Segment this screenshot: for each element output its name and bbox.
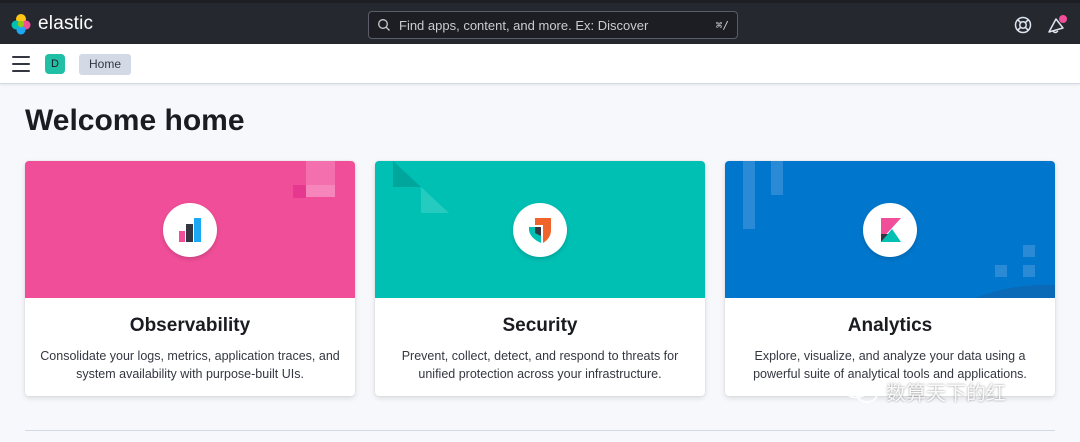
card-banner bbox=[25, 161, 355, 298]
solution-card-observability[interactable]: Observability Consolidate your logs, met… bbox=[25, 161, 355, 396]
help-icon[interactable] bbox=[1013, 15, 1033, 35]
card-description: Consolidate your logs, metrics, applicat… bbox=[40, 349, 340, 381]
kibana-logo-icon bbox=[863, 203, 917, 257]
section-divider bbox=[25, 430, 1055, 431]
observability-logo-icon bbox=[163, 203, 217, 257]
top-header: elastic Find apps, content, and more. Ex… bbox=[0, 0, 1080, 44]
security-logo-icon bbox=[513, 203, 567, 257]
solution-card-analytics[interactable]: Analytics Explore, visualize, and analyz… bbox=[725, 161, 1055, 396]
watermark-text: 数算天下的红 bbox=[886, 382, 1006, 405]
search-placeholder: Find apps, content, and more. Ex: Discov… bbox=[399, 17, 649, 33]
card-title: Analytics bbox=[847, 315, 933, 336]
search-shortcut-hint: ⌘/ bbox=[715, 18, 729, 32]
breadcrumb-home: Home bbox=[79, 54, 132, 75]
elastic-logo-icon bbox=[11, 14, 31, 35]
search-icon bbox=[378, 19, 390, 31]
elastic-home-link[interactable]: elastic bbox=[10, 11, 93, 37]
card-banner bbox=[375, 161, 705, 298]
newsfeed-icon[interactable] bbox=[1046, 14, 1068, 36]
card-banner bbox=[725, 161, 1055, 298]
solution-card-security[interactable]: Security Prevent, collect, detect, and r… bbox=[375, 161, 705, 396]
brand-name: elastic bbox=[38, 13, 94, 34]
menu-toggle-button[interactable] bbox=[12, 56, 30, 72]
space-avatar[interactable]: D bbox=[45, 54, 65, 74]
breadcrumb-bar: D Home bbox=[0, 44, 1080, 84]
card-description: Prevent, collect, detect, and respond to… bbox=[401, 349, 679, 381]
wechat-icon bbox=[843, 377, 878, 403]
watermark: 数算天下的红 bbox=[842, 376, 1006, 406]
page-title: Welcome home bbox=[25, 104, 245, 137]
notification-badge bbox=[1059, 15, 1067, 23]
global-search-input[interactable]: Find apps, content, and more. Ex: Discov… bbox=[368, 11, 738, 39]
card-title: Observability bbox=[129, 315, 251, 336]
card-title: Security bbox=[502, 315, 578, 336]
